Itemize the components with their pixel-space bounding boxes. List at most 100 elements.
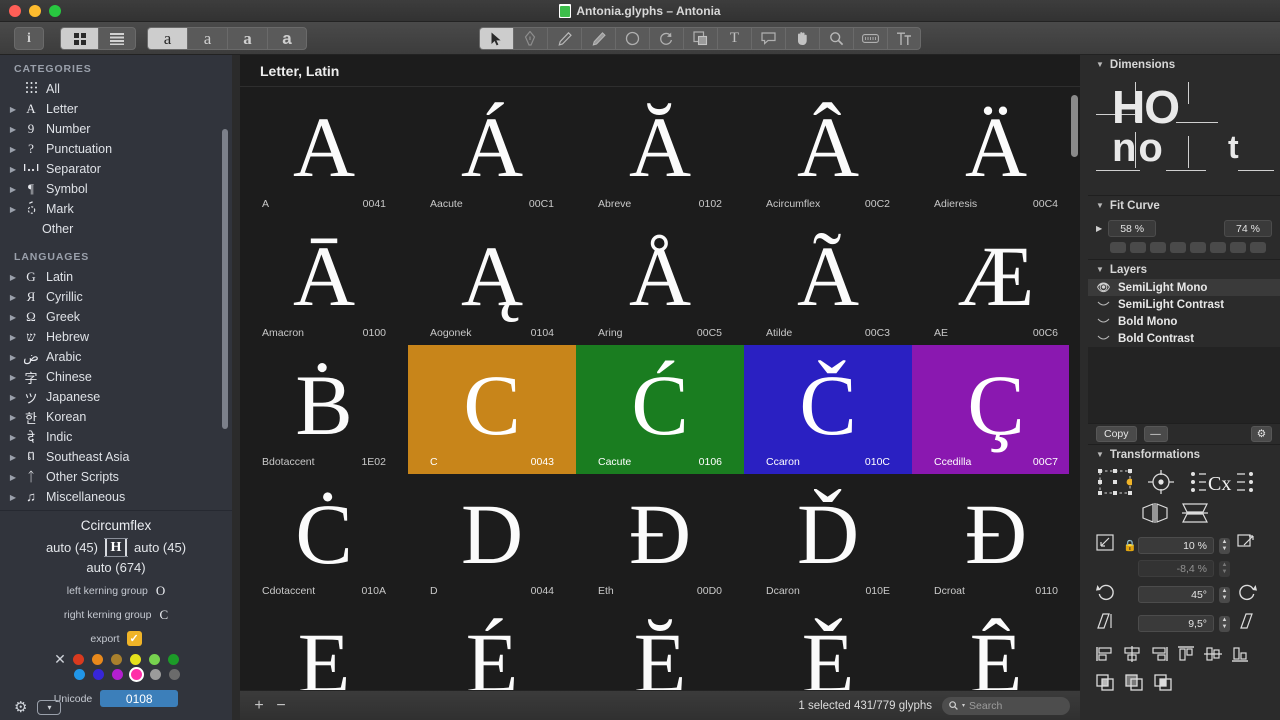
fit-curve-preset[interactable] — [1190, 242, 1206, 253]
layers-section-header[interactable]: ▼ Layers — [1088, 260, 1280, 279]
color-swatch[interactable] — [148, 654, 160, 665]
scale-tool-button[interactable] — [683, 27, 717, 50]
disclosure-triangle-icon[interactable]: ▶ — [6, 493, 20, 502]
sidebar-item-chinese[interactable]: ▶ 字 Chinese — [0, 367, 232, 387]
fit-curve-left-field[interactable]: 58 % — [1108, 220, 1157, 237]
info-button[interactable]: i — [14, 27, 44, 50]
sidebar-item-greek[interactable]: ▶ Ω Greek — [0, 307, 232, 327]
color-swatch[interactable] — [167, 654, 179, 665]
master-semilight-mono-button[interactable]: a — [147, 27, 187, 50]
glyph-cell[interactable]: Ç Ccedilla 00C7 — [912, 345, 1075, 474]
zoom-tool-button[interactable] — [819, 27, 853, 50]
slant-stepper[interactable]: ▲ ▼ — [1219, 615, 1230, 632]
sidebar-item-mark[interactable]: ▶ Mark — [0, 199, 232, 219]
measurement-tool-button[interactable] — [853, 27, 887, 50]
primitives-tool-button[interactable] — [581, 27, 615, 50]
list-view-button[interactable] — [98, 27, 136, 50]
glyph-grid[interactable]: A A 0041 Á Aacute 00C1 Ă Abreve 0102 Â Acircumflex… — [240, 87, 1075, 690]
fit-curve-preset[interactable] — [1250, 242, 1266, 253]
glyph-cell[interactable]: Á Aacute 00C1 — [408, 87, 576, 216]
disclosure-triangle-icon[interactable]: ▶ — [6, 293, 20, 302]
rotate-stepper[interactable]: ▲ ▼ — [1219, 586, 1230, 603]
fit-curve-preset[interactable] — [1210, 242, 1226, 253]
remove-layer-button[interactable]: — — [1143, 426, 1168, 442]
slant-field[interactable]: 9,5° — [1138, 615, 1214, 632]
color-swatch[interactable] — [110, 654, 122, 665]
sidebar-item-miscellaneous[interactable]: ▶ ♫ Miscellaneous — [0, 487, 232, 507]
sidebar-item-japanese[interactable]: ▶ ツ Japanese — [0, 387, 232, 407]
right-sidebearing-field[interactable]: auto (45) — [134, 540, 186, 555]
scale-up-icon[interactable] — [1235, 534, 1259, 557]
glyph-cell[interactable]: ÉEacute00C9 — [408, 603, 576, 690]
chevron-down-icon[interactable]: ▼ — [1096, 201, 1104, 210]
sidebar-item-letter[interactable]: ▶ A Letter — [0, 99, 232, 119]
rotate-counterclockwise-icon[interactable] — [1094, 583, 1118, 606]
transform-origin-icon[interactable] — [1098, 469, 1134, 500]
disclosure-triangle-icon[interactable]: ▶ — [6, 205, 20, 214]
clear-color-icon[interactable]: ✕ — [54, 652, 67, 666]
disclosure-triangle-icon[interactable]: ▶ — [6, 393, 20, 402]
sidebar-item-all[interactable]: ▶ All — [0, 79, 232, 99]
flip-vertical-icon[interactable] — [1182, 503, 1208, 528]
glyph-cell[interactable]: Å Aring 00C5 — [576, 216, 744, 345]
align-top-icon[interactable] — [1177, 646, 1195, 667]
fit-curve-preset[interactable] — [1150, 242, 1166, 253]
sidebar-item-cyrillic[interactable]: ▶ Я Cyrillic — [0, 287, 232, 307]
disclosure-triangle-icon[interactable]: ▶ — [6, 273, 20, 282]
export-checkbox[interactable]: ✓ — [126, 631, 142, 646]
add-glyph-button[interactable]: + — [248, 697, 270, 715]
left-kerning-group-value[interactable]: O — [156, 583, 165, 599]
sidebar-item-hebrew[interactable]: ▶ ש Hebrew — [0, 327, 232, 347]
dimensions-section-header[interactable]: ▼ Dimensions — [1088, 55, 1280, 74]
text-tool-button[interactable]: T — [717, 27, 751, 50]
layers-empty-area[interactable] — [1088, 347, 1280, 423]
eye-hidden-icon[interactable] — [1096, 299, 1111, 311]
fit-curve-right-field[interactable]: 74 % — [1224, 220, 1272, 237]
sidebar-item-indic[interactable]: ▶ दे Indic — [0, 427, 232, 447]
scale-y-stepper[interactable]: ▲ ▼ — [1219, 560, 1230, 577]
grid-view-button[interactable] — [60, 27, 98, 50]
annotation-tool-button[interactable] — [751, 27, 785, 50]
disclosure-triangle-icon[interactable]: ▶ — [6, 353, 20, 362]
align-left-icon[interactable] — [1096, 646, 1114, 667]
disclosure-triangle-icon[interactable]: ▶ — [6, 145, 20, 154]
flip-horizontal-icon[interactable] — [1142, 503, 1168, 528]
glyph-cell[interactable]: A A 0041 — [240, 87, 408, 216]
rotate-clockwise-icon[interactable] — [1235, 583, 1259, 606]
sidebar-item-arabic[interactable]: ▶ ض Arabic — [0, 347, 232, 367]
glyph-cell[interactable]: ĚEcaron011A — [744, 603, 912, 690]
color-swatch[interactable] — [73, 669, 85, 680]
glyph-cell[interactable]: Ċ Cdotaccent 010A — [240, 474, 408, 603]
color-swatch[interactable] — [149, 669, 161, 680]
glyph-cell[interactable]: ÊEcircumflex00CA — [912, 603, 1075, 690]
layer-row-bold-mono[interactable]: Bold Mono — [1088, 313, 1280, 330]
select-tool-button[interactable] — [479, 27, 513, 50]
color-swatch[interactable] — [91, 654, 103, 665]
align-right-icon[interactable] — [1150, 646, 1168, 667]
transformations-section-header[interactable]: ▼ Transformations — [1088, 445, 1280, 464]
layer-row-semilight-contrast[interactable]: SemiLight Contrast — [1088, 296, 1280, 313]
sidebar-item-southeast-asia[interactable]: ▶ ព Southeast Asia — [0, 447, 232, 467]
chevron-down-icon[interactable]: ▼ — [1096, 60, 1104, 69]
sidebar-item-latin[interactable]: ▶ G Latin — [0, 267, 232, 287]
chevron-down-icon[interactable]: ▼ — [1096, 450, 1104, 459]
glyph-cell[interactable]: Ą Aogonek 0104 — [408, 216, 576, 345]
disclosure-triangle-icon[interactable]: ▶ — [6, 125, 20, 134]
color-swatch[interactable] — [92, 669, 104, 680]
glyph-cell[interactable]: Ā Amacron 0100 — [240, 216, 408, 345]
align-center-horizontal-icon[interactable] — [1123, 646, 1141, 667]
rotate-tool-button[interactable] — [649, 27, 683, 50]
master-bold-mono-button[interactable]: a — [227, 27, 267, 50]
eye-hidden-icon[interactable] — [1096, 333, 1111, 345]
search-input[interactable]: ▾ Search — [942, 696, 1070, 715]
union-icon[interactable] — [1096, 674, 1116, 697]
glyph-cell[interactable]: Đ Dcroat 0110 — [912, 474, 1075, 603]
color-swatch[interactable] — [168, 669, 180, 680]
fit-curve-preset[interactable] — [1110, 242, 1126, 253]
slant-right-icon[interactable] — [1235, 612, 1259, 635]
subtract-icon[interactable] — [1125, 674, 1145, 697]
align-bottom-icon[interactable] — [1231, 646, 1249, 667]
hand-tool-button[interactable] — [785, 27, 819, 50]
text-preview-tool-button[interactable] — [887, 27, 921, 50]
shape-tool-button[interactable] — [615, 27, 649, 50]
